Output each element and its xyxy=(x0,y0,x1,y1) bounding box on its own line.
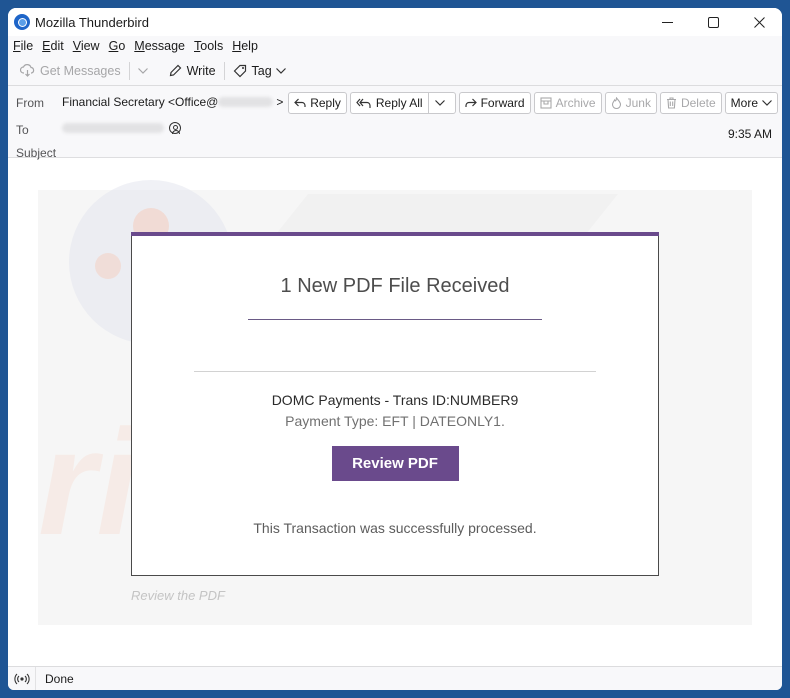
trash-icon xyxy=(666,97,676,109)
reply-all-dropdown[interactable] xyxy=(427,92,456,114)
close-icon xyxy=(753,16,765,28)
card-accent-bar xyxy=(131,232,659,236)
archive-button[interactable]: Archive xyxy=(533,92,602,114)
tag-icon xyxy=(233,64,246,77)
reply-all-button[interactable]: Reply All xyxy=(349,92,428,114)
minimize-icon xyxy=(661,21,673,23)
section-divider xyxy=(194,371,596,372)
subject-label: Subject xyxy=(16,146,57,160)
reply-all-label: Reply All xyxy=(375,96,423,110)
archive-icon xyxy=(540,97,552,109)
get-messages-label: Get Messages xyxy=(40,63,121,78)
delete-label: Delete xyxy=(680,96,716,110)
message-header: From Financial Secretary <Office@ > To S… xyxy=(8,86,782,160)
tag-label: Tag xyxy=(251,63,272,78)
menu-help[interactable]: Help xyxy=(232,39,258,53)
to-label: To xyxy=(16,123,29,137)
delete-button[interactable]: Delete xyxy=(659,92,722,114)
write-button[interactable]: Write xyxy=(165,61,220,81)
chevron-down-icon xyxy=(762,100,772,106)
payment-type: Payment Type: EFT | DATEONLY1. xyxy=(285,413,505,429)
get-messages-dropdown[interactable] xyxy=(134,65,157,77)
junk-button[interactable]: Junk xyxy=(604,92,657,114)
reply-label: Reply xyxy=(310,96,341,110)
menu-message[interactable]: Message xyxy=(134,39,185,53)
archive-label: Archive xyxy=(555,96,596,110)
status-text: Done xyxy=(45,671,74,686)
junk-flame-icon xyxy=(611,97,621,109)
cloud-download-icon xyxy=(20,64,35,77)
online-status-button[interactable] xyxy=(8,666,36,690)
processed-message: This Transaction was successfully proces… xyxy=(253,520,537,536)
menu-bar: File Edit View Go Message Tools Help xyxy=(8,36,782,56)
forward-icon xyxy=(464,98,477,107)
review-the-pdf-link[interactable]: Review the PDF xyxy=(131,588,225,603)
chevron-down-icon xyxy=(434,100,445,106)
more-label: More xyxy=(730,96,758,110)
to-field[interactable] xyxy=(62,122,181,134)
transaction-id: DOMC Payments - Trans ID:NUMBER9 xyxy=(271,392,519,408)
message-body: risk.com 1 New PDF File Received DOMC Pa… xyxy=(8,174,782,666)
maximize-icon xyxy=(707,16,719,28)
forward-label: Forward xyxy=(480,96,525,110)
get-messages-button[interactable]: Get Messages xyxy=(16,61,125,81)
thunderbird-logo-icon xyxy=(14,14,30,30)
window-title: Mozilla Thunderbird xyxy=(35,14,149,30)
menu-view[interactable]: View xyxy=(73,39,100,53)
title-divider xyxy=(248,319,542,320)
toolbar-separator xyxy=(223,61,225,80)
menu-go[interactable]: Go xyxy=(109,39,126,53)
from-suffix: > xyxy=(276,95,284,109)
contact-icon[interactable] xyxy=(169,122,181,134)
redacted-domain xyxy=(218,97,274,107)
menu-file[interactable]: File xyxy=(13,39,33,53)
reply-all-split: Reply All xyxy=(349,92,456,114)
from-name: Financial Secretary <Office@ xyxy=(62,95,219,109)
from-label: From xyxy=(16,96,44,110)
more-button[interactable]: More xyxy=(724,92,778,114)
close-button[interactable] xyxy=(736,8,782,36)
menu-edit[interactable]: Edit xyxy=(42,39,64,53)
maximize-button[interactable] xyxy=(690,8,736,36)
toolbar-separator xyxy=(128,61,130,80)
tag-button[interactable]: Tag xyxy=(229,61,295,81)
email-card: 1 New PDF File Received DOMC Payments - … xyxy=(131,232,659,576)
status-bar: Done xyxy=(8,666,782,690)
forward-button[interactable]: Forward xyxy=(458,92,531,114)
reply-icon xyxy=(294,98,306,107)
junk-label: Junk xyxy=(625,96,651,110)
main-toolbar: Get Messages Write Tag xyxy=(8,56,782,86)
email-title: 1 New PDF File Received xyxy=(280,275,510,297)
title-bar: Mozilla Thunderbird xyxy=(8,8,782,36)
redacted-recipient xyxy=(62,123,164,133)
message-actions: Reply Reply All Forward Archive Junk Del… xyxy=(288,92,778,114)
reply-all-icon xyxy=(356,98,371,108)
from-field[interactable]: Financial Secretary <Office@ > xyxy=(62,95,301,109)
minimize-button[interactable] xyxy=(644,8,690,36)
reply-button[interactable]: Reply xyxy=(288,92,347,114)
menu-tools[interactable]: Tools xyxy=(194,39,223,53)
chevron-down-icon xyxy=(137,67,148,74)
pencil-icon xyxy=(169,64,181,77)
thunderbird-window: Mozilla Thunderbird File Edit View Go Me… xyxy=(8,8,782,690)
message-time: 9:35 AM xyxy=(727,127,772,141)
chevron-down-icon xyxy=(275,67,286,74)
review-pdf-button[interactable]: Review PDF xyxy=(331,446,459,481)
write-label: Write xyxy=(186,63,216,78)
broadcast-icon xyxy=(13,673,30,684)
